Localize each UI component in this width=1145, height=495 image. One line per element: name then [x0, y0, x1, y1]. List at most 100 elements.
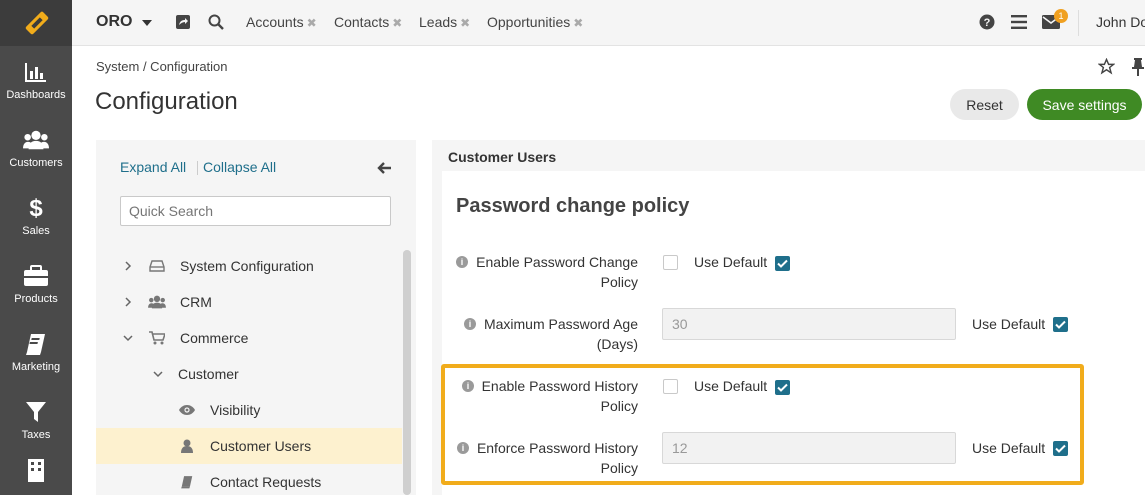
use-default-label: Use Default: [972, 316, 1046, 332]
menu-icon[interactable]: [1010, 13, 1028, 31]
field-label-enforce-password-history: Enforce Password History Policy: [471, 438, 638, 478]
user-icon: [178, 438, 196, 454]
tree-item-label: Customer Users: [210, 438, 312, 454]
user-menu[interactable]: John Do: [1096, 14, 1145, 30]
tab-opportunities[interactable]: Opportunities ✖: [487, 14, 583, 30]
oro-logo[interactable]: [0, 0, 72, 46]
search-icon[interactable]: [207, 13, 225, 31]
close-icon[interactable]: ✖: [392, 16, 402, 30]
book-icon: [23, 331, 49, 357]
field-label-enable-password-history: Enable Password History Policy: [476, 376, 638, 416]
tree-item-customer[interactable]: Customer: [152, 356, 402, 392]
quick-search-input[interactable]: [120, 196, 391, 226]
sidebar-item-marketing[interactable]: Marketing: [0, 318, 72, 386]
sidebar-item-label: Customers: [9, 157, 63, 169]
fieldset-title: Password change policy: [456, 195, 690, 217]
info-icon[interactable]: i: [464, 318, 476, 330]
tab-leads[interactable]: Leads ✖: [419, 14, 470, 30]
share-icon[interactable]: [174, 13, 192, 31]
divider: [1078, 10, 1079, 36]
book-icon: [178, 474, 196, 490]
main-sidebar: Dashboards Customers $ Sales Products Ma…: [0, 0, 72, 495]
reset-button[interactable]: Reset: [950, 89, 1019, 120]
tab-label: Contacts: [334, 14, 390, 30]
building-icon: [23, 458, 49, 482]
tree-item-label: CRM: [180, 294, 212, 310]
drive-icon: [148, 258, 166, 274]
use-default-checkbox[interactable]: [1053, 317, 1068, 332]
use-default-checkbox[interactable]: [775, 380, 790, 395]
close-icon[interactable]: ✖: [460, 16, 470, 30]
tree-item-system-configuration[interactable]: System Configuration: [122, 248, 402, 284]
cart-icon: [148, 330, 166, 346]
info-icon[interactable]: i: [457, 442, 469, 454]
arrow-left-icon[interactable]: [376, 160, 392, 176]
field-label-max-password-age: Maximum Password Age (Days): [478, 314, 638, 354]
pin-icon[interactable]: [1131, 58, 1145, 76]
info-icon[interactable]: i: [456, 256, 468, 268]
close-icon[interactable]: ✖: [573, 16, 583, 30]
users-icon: [148, 294, 166, 310]
star-icon[interactable]: [1097, 57, 1116, 76]
label-line: Maximum Password Age: [483, 316, 638, 332]
use-default-checkbox[interactable]: [775, 256, 790, 271]
tab-accounts[interactable]: Accounts ✖: [246, 14, 317, 30]
use-default-checkbox[interactable]: [1053, 441, 1068, 456]
use-default-label: Use Default: [694, 378, 768, 394]
label-line: Enable Password Change: [476, 254, 638, 270]
sidebar-item-partial[interactable]: [0, 454, 72, 484]
tab-label: Opportunities: [487, 14, 571, 30]
field-label-enable-password-change: Enable Password Change Policy: [470, 252, 638, 292]
chevron-down-icon[interactable]: [122, 332, 134, 344]
scrollbar-thumb[interactable]: [403, 250, 411, 495]
tree-item-contact-requests[interactable]: Contact Requests: [178, 464, 402, 495]
expand-all-link[interactable]: Expand All: [120, 159, 186, 175]
tree-item-label: System Configuration: [180, 258, 314, 274]
sidebar-item-label: Dashboards: [6, 89, 66, 101]
help-icon[interactable]: ?: [978, 13, 996, 31]
briefcase-icon: [23, 263, 49, 289]
enforce-password-history-input[interactable]: 12: [662, 432, 956, 464]
sidebar-item-label: Taxes: [21, 429, 51, 441]
config-tree-panel: Expand All Collapse All System Configura…: [96, 140, 416, 495]
close-icon[interactable]: ✖: [307, 16, 317, 30]
eye-icon: [178, 402, 196, 418]
section-header: Customer Users: [432, 140, 1145, 171]
collapse-all-link[interactable]: Collapse All: [203, 159, 276, 175]
save-settings-button[interactable]: Save settings: [1027, 89, 1142, 120]
sidebar-item-sales[interactable]: $ Sales: [0, 182, 72, 250]
tree-item-crm[interactable]: CRM: [122, 284, 402, 320]
users-icon: [23, 127, 49, 153]
sidebar-item-products[interactable]: Products: [0, 250, 72, 318]
sidebar-item-label: Marketing: [11, 361, 61, 373]
enable-password-change-checkbox[interactable]: [663, 255, 678, 270]
chevron-right-icon[interactable]: [122, 296, 134, 308]
info-icon[interactable]: i: [462, 380, 474, 392]
enable-password-history-checkbox[interactable]: [663, 379, 678, 394]
breadcrumb: System / Configuration: [96, 59, 228, 74]
label-line: Policy: [600, 398, 638, 414]
chevron-right-icon[interactable]: [122, 260, 134, 272]
bar-chart-icon: [23, 59, 49, 85]
use-default-label: Use Default: [694, 254, 768, 270]
chevron-down-icon[interactable]: [142, 20, 152, 26]
tree-item-customer-users[interactable]: Customer Users: [96, 428, 402, 464]
tree-item-visibility[interactable]: Visibility: [178, 392, 402, 428]
use-default-label: Use Default: [972, 440, 1046, 456]
max-password-age-input[interactable]: 30: [662, 308, 956, 340]
app-brand-menu[interactable]: ORO: [96, 13, 132, 31]
tree-scrollbar[interactable]: [403, 250, 411, 495]
divider: [197, 161, 198, 175]
logo-icon: [25, 11, 49, 35]
tree-item-label: Customer: [178, 366, 239, 382]
svg-text:?: ?: [984, 17, 991, 29]
tab-contacts[interactable]: Contacts ✖: [334, 14, 402, 30]
label-line: Enable Password History: [481, 378, 638, 394]
chevron-down-icon[interactable]: [152, 368, 164, 380]
sidebar-item-dashboards[interactable]: Dashboards: [0, 46, 72, 114]
top-navigation-bar: ORO Accounts ✖ Contacts ✖ Leads ✖ Opportuni…: [72, 0, 1145, 46]
tree-item-commerce[interactable]: Commerce: [122, 320, 402, 356]
tree-item-label: Commerce: [180, 330, 249, 346]
sidebar-item-taxes[interactable]: Taxes: [0, 386, 72, 454]
sidebar-item-customers[interactable]: Customers: [0, 114, 72, 182]
